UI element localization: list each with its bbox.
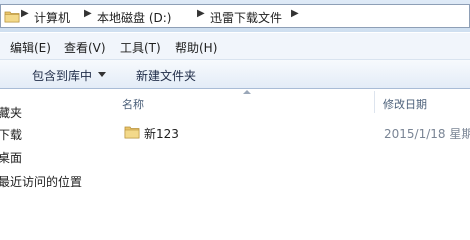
new-folder-button[interactable]: 新建文件夹 [136, 67, 196, 84]
breadcrumb-computer[interactable]: 计算机 [34, 9, 70, 26]
navigation-pane: 藏夹 下载 桌面 最近访问的位置 [0, 89, 104, 216]
nav-item-recent-places[interactable]: 最近访问的位置 [0, 173, 82, 190]
menu-bar: 编辑(E) 查看(V) 工具(T) 帮助(H) [0, 33, 470, 60]
menu-edit[interactable]: 编辑(E) [10, 39, 51, 56]
file-list: 名称 修改日期 新123 2015/1/18 星期 [104, 89, 470, 216]
breadcrumb-separator[interactable]: ▶ [21, 8, 29, 19]
breadcrumb-separator[interactable]: ▶ [84, 8, 92, 19]
chevron-down-icon[interactable] [98, 72, 106, 77]
nav-item-favorites[interactable]: 藏夹 [0, 104, 22, 121]
menu-tools[interactable]: 工具(T) [120, 39, 161, 56]
folder-icon [124, 126, 140, 139]
address-bar: ▶ 计算机 ▶ 本地磁盘 (D:) ▶ 迅雷下载文件 ▶ [0, 0, 470, 32]
include-in-library-button[interactable]: 包含到库中 [32, 67, 92, 84]
table-row[interactable]: 新123 2015/1/18 星期 [104, 122, 470, 144]
nav-item-desktop[interactable]: 桌面 [0, 149, 22, 166]
file-name: 新123 [144, 127, 179, 141]
breadcrumb-local-disk[interactable]: 本地磁盘 (D:) [97, 9, 171, 26]
breadcrumb-separator[interactable]: ▶ [197, 8, 205, 19]
breadcrumb-separator[interactable]: ▶ [291, 8, 299, 19]
command-bar: 包含到库中 新建文件夹 [0, 60, 470, 89]
menu-help[interactable]: 帮助(H) [175, 39, 217, 56]
column-modified-date[interactable]: 修改日期 [383, 96, 427, 112]
column-divider[interactable] [374, 91, 375, 113]
file-modified-date: 2015/1/18 星期 [384, 127, 470, 141]
address-box[interactable]: ▶ 计算机 ▶ 本地磁盘 (D:) ▶ 迅雷下载文件 ▶ [0, 4, 470, 28]
breadcrumb-download-folder[interactable]: 迅雷下载文件 [210, 9, 282, 26]
nav-item-downloads[interactable]: 下载 [0, 126, 22, 143]
column-header: 名称 修改日期 [104, 89, 470, 115]
folder-icon [4, 11, 20, 23]
column-name[interactable]: 名称 [122, 96, 144, 112]
menu-view[interactable]: 查看(V) [64, 39, 106, 56]
sort-up-icon [243, 90, 251, 94]
